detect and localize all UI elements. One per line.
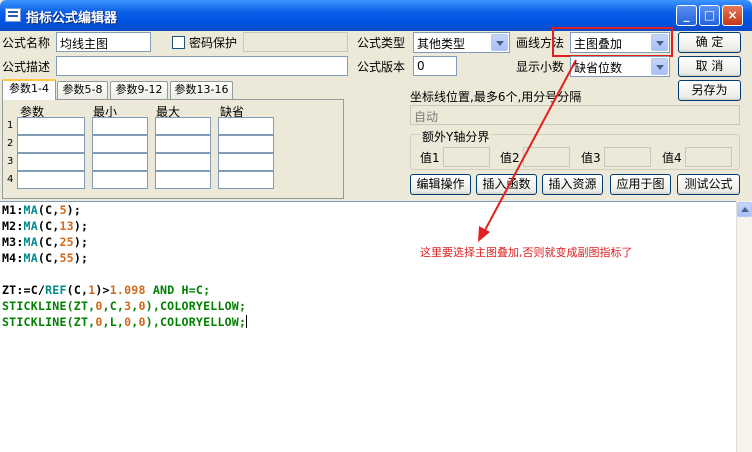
annotation-text: 这里要选择主图叠加,否则就变成副图指标了 [420,246,633,259]
annotation-arrow [478,59,577,242]
tab-params-1-4[interactable]: 参数1-4 [2,79,56,100]
